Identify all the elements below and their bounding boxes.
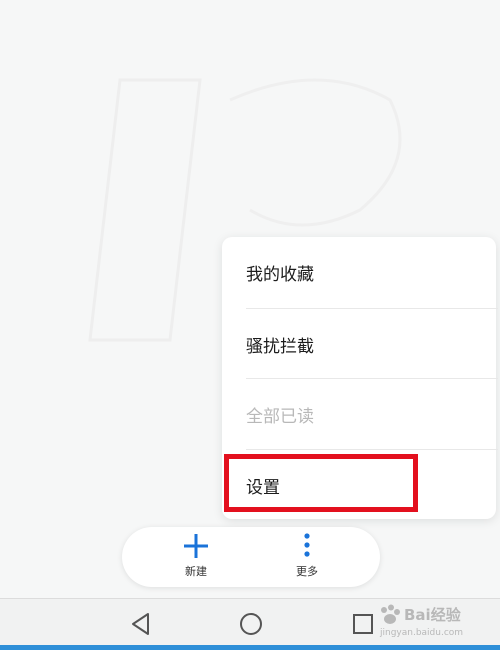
- menu-item-mark-all-read: 全部已读: [222, 379, 496, 449]
- watermark-brand: Bai经验: [404, 606, 461, 624]
- menu-item-harassment-block-label: 骚扰拦截: [246, 336, 314, 357]
- bottom-accent-strip: [0, 645, 500, 650]
- menu-item-mark-all-read-label: 全部已读: [246, 406, 314, 427]
- new-button-label: 新建: [185, 565, 207, 578]
- recent-square-icon[interactable]: [348, 609, 378, 639]
- back-triangle-icon[interactable]: [126, 609, 156, 639]
- menu-item-favorites-label: 我的收藏: [246, 264, 314, 285]
- more-vertical-icon: [304, 533, 310, 557]
- plus-icon: [184, 534, 208, 558]
- more-button[interactable]: 更多: [277, 531, 337, 583]
- bottom-toolbar: 新建 更多: [122, 527, 380, 587]
- watermark: Bai经验 jingyan.baidu.com: [378, 604, 496, 644]
- paw-logo-icon: [381, 604, 400, 624]
- home-circle-icon[interactable]: [236, 609, 266, 639]
- highlight-annotation: [224, 454, 418, 512]
- watermark-url: jingyan.baidu.com: [380, 628, 464, 638]
- menu-item-favorites[interactable]: 我的收藏: [222, 237, 496, 307]
- more-button-label: 更多: [296, 565, 318, 578]
- menu-item-harassment-block[interactable]: 骚扰拦截: [222, 309, 496, 379]
- new-button[interactable]: 新建: [166, 531, 226, 583]
